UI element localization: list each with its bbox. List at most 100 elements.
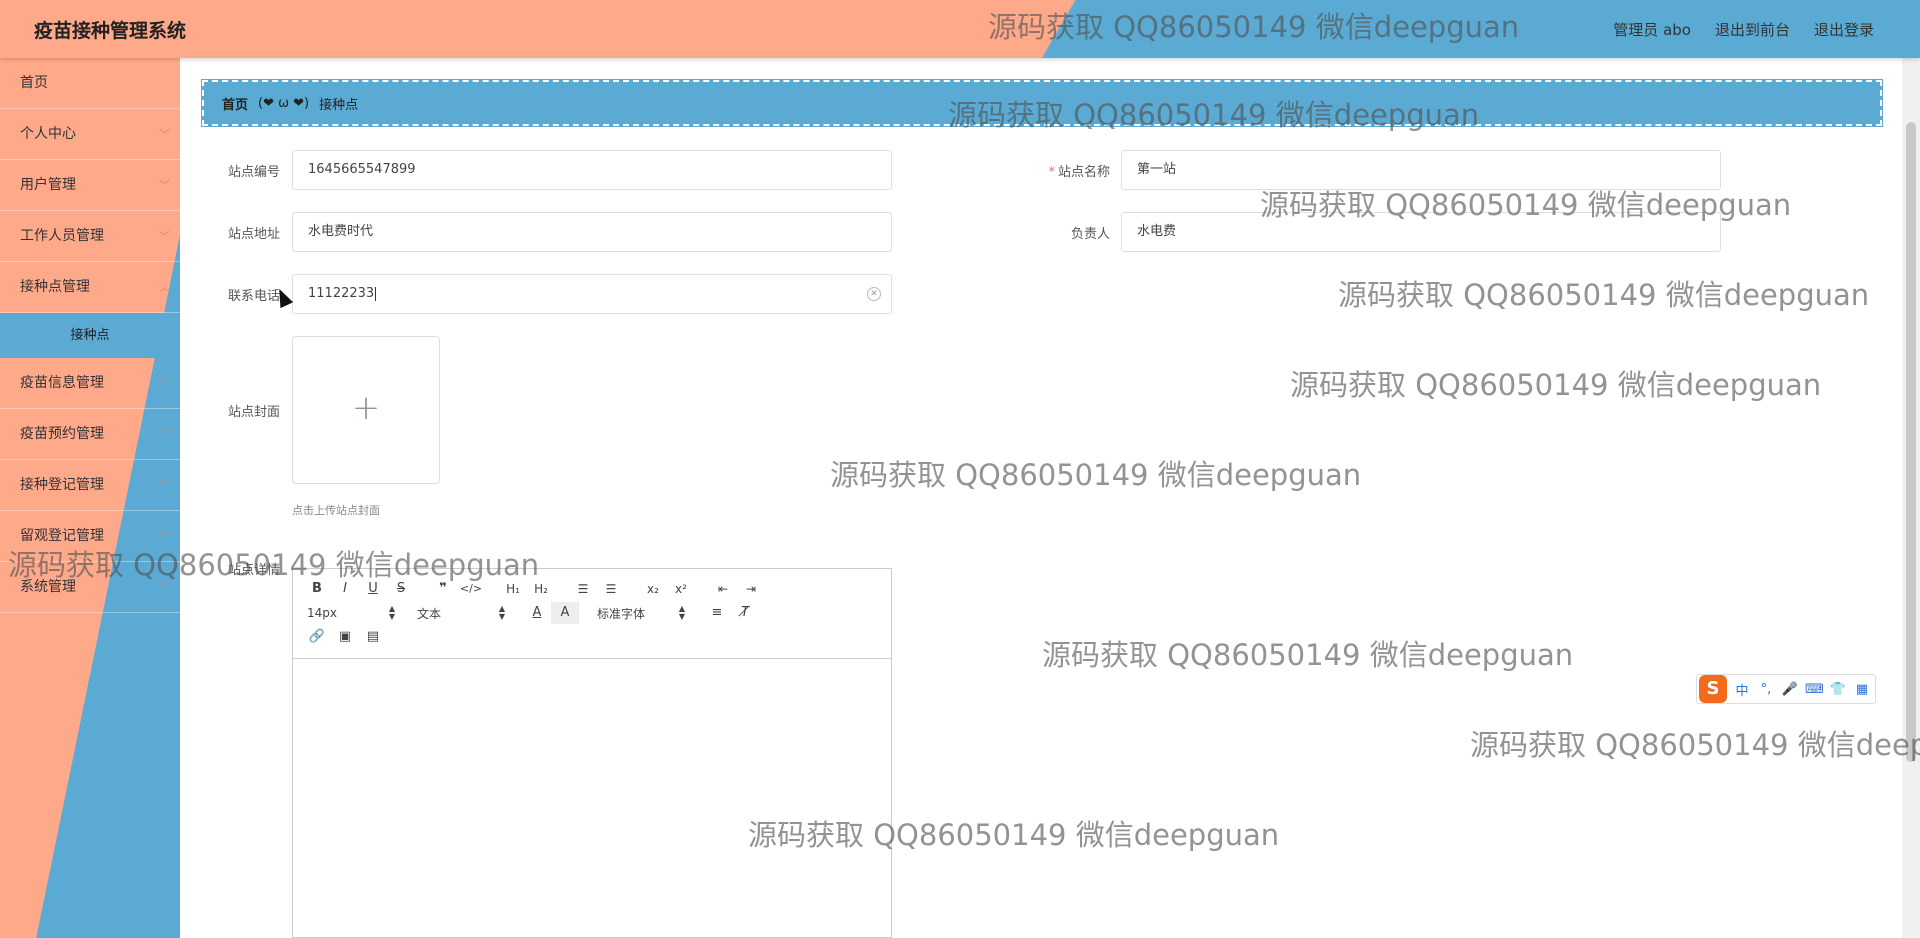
editor-content-area[interactable] <box>293 659 891 937</box>
paragraph-select[interactable]: 文本 ▲ ▼ <box>413 602 509 624</box>
phone-label: 联系电话 <box>227 289 280 304</box>
microphone-icon[interactable]: 🎤 <box>1781 682 1799 697</box>
select-arrow-icon: ▲ ▼ <box>678 604 685 621</box>
chevron-down-icon: ﹀ <box>159 530 170 543</box>
site-name-label: * 站点名称 <box>1040 161 1110 180</box>
sidebar-item-observation[interactable]: 留观登记管理 ﹀ <box>0 511 180 562</box>
sidebar-item-appointment[interactable]: 疫苗预约管理 ﹀ <box>0 409 180 460</box>
sidebar-item-registration[interactable]: 接种登记管理 ﹀ <box>0 460 180 511</box>
image-icon[interactable]: ▣ <box>331 626 359 648</box>
clear-icon[interactable]: ✕ <box>867 287 881 301</box>
front-link[interactable]: 退出到前台 <box>1715 19 1790 40</box>
subscript-icon[interactable]: x₂ <box>639 578 667 600</box>
plus-icon: + <box>351 388 381 428</box>
scrollbar[interactable] <box>1902 58 1920 938</box>
logout-link[interactable]: 退出登录 <box>1814 19 1874 40</box>
site-name-label-text: 站点名称 <box>1057 165 1110 180</box>
underline-icon[interactable]: U <box>359 578 387 600</box>
top-header: 疫苗接种管理系统 管理员 abo 退出到前台 退出登录 <box>0 0 1920 58</box>
header-links: 管理员 abo 退出到前台 退出登录 <box>1613 19 1874 40</box>
sidebar-item-label: 疫苗信息管理 <box>20 375 104 391</box>
sidebar-item-site-manage[interactable]: 接种点管理 ︿ <box>0 262 180 313</box>
chevron-down-icon: ﹀ <box>159 179 170 192</box>
background-color-icon[interactable]: A <box>551 602 579 624</box>
ime-punct[interactable]: °, <box>1757 682 1775 697</box>
rich-text-editor: B I U S ❞ </> H₁ H₂ ☰ ☰ x₂ x² ⇤ ⇥ 14px ▲ ▼… <box>292 568 892 938</box>
chevron-down-icon: ﹀ <box>159 581 170 594</box>
bold-icon[interactable]: B <box>303 578 331 600</box>
sidebar-item-staff[interactable]: 工作人员管理 ﹀ <box>0 211 180 262</box>
sidebar-item-profile[interactable]: 个人中心 ﹀ <box>0 109 180 160</box>
app-title: 疫苗接种管理系统 <box>34 20 187 42</box>
sidebar: 首页 个人中心 ﹀ 用户管理 ﹀ 工作人员管理 ﹀ 接种点管理 ︿ 接种点 疫苗信息管理… <box>0 58 180 938</box>
skin-icon[interactable]: 👕 <box>1829 682 1847 697</box>
site-no-label: 站点编号 <box>227 165 280 180</box>
sidebar-item-label: 工作人员管理 <box>20 228 104 244</box>
cover-hint: 点击上传站点封面 <box>292 504 380 517</box>
watermark: 源码获取 QQ86050149 微信deepguan <box>1470 728 1920 762</box>
sidebar-item-label: 留观登记管理 <box>20 528 104 544</box>
sidebar-item-vaccine-info[interactable]: 疫苗信息管理 ﹀ <box>0 358 180 409</box>
watermark: 源码获取 QQ86050149 微信deepguan <box>830 458 1362 492</box>
keyboard-icon[interactable]: ⌨ <box>1805 682 1824 697</box>
sidebar-item-users[interactable]: 用户管理 ﹀ <box>0 160 180 211</box>
superscript-icon[interactable]: x² <box>667 578 695 600</box>
indent-icon[interactable]: ⇥ <box>737 578 765 600</box>
ime-mode[interactable]: 中 <box>1733 680 1751 699</box>
outdent-icon[interactable]: ⇤ <box>709 578 737 600</box>
paragraph-value: 文本 <box>417 606 442 621</box>
select-arrow-icon: ▲ ▼ <box>498 604 505 621</box>
chevron-up-icon: ︿ <box>159 281 170 294</box>
video-icon[interactable]: ▤ <box>359 626 387 648</box>
phone-value: 11122233 <box>308 286 375 301</box>
sidebar-item-system[interactable]: 系统管理 ﹀ <box>0 562 180 613</box>
site-no-field[interactable]: 1645665547899 <box>292 150 892 190</box>
h2-icon[interactable]: H₂ <box>527 578 555 600</box>
grid-icon[interactable]: ▦ <box>1853 682 1871 697</box>
sogou-logo-icon[interactable]: S <box>1699 675 1727 703</box>
strike-icon[interactable]: S <box>387 578 415 600</box>
sidebar-item-label: 首页 <box>20 75 48 91</box>
chevron-down-icon: ﹀ <box>159 479 170 492</box>
h1-icon[interactable]: H₁ <box>499 578 527 600</box>
select-arrow-icon: ▲ ▼ <box>388 604 395 621</box>
manager-label: 负责人 <box>1070 227 1110 242</box>
address-label: 站点地址 <box>227 227 280 242</box>
clear-format-icon[interactable]: T̸ <box>731 602 759 624</box>
sidebar-item-label: 接种登记管理 <box>20 477 104 493</box>
chevron-down-icon: ﹀ <box>159 230 170 243</box>
breadcrumb-home[interactable]: 首页 <box>222 94 248 113</box>
sidebar-item-label: 疫苗预约管理 <box>20 426 104 442</box>
sidebar-item-label: 系统管理 <box>20 579 76 595</box>
breadcrumb-separator: (❤ ω ❤) <box>258 95 310 111</box>
font-size-select[interactable]: 14px ▲ ▼ <box>303 602 399 624</box>
required-mark: * <box>1048 165 1055 180</box>
chevron-down-icon: ﹀ <box>159 377 170 390</box>
font-family-select[interactable]: 标准字体 ▲ ▼ <box>593 602 689 624</box>
phone-field[interactable]: 11122233 ✕ <box>292 274 892 314</box>
detail-label: 站点详情 <box>227 563 280 578</box>
italic-icon[interactable]: I <box>331 578 359 600</box>
site-name-field[interactable]: 第一站 <box>1121 150 1721 190</box>
sidebar-item-home[interactable]: 首页 <box>0 58 180 109</box>
breadcrumb-current: 接种点 <box>319 97 359 113</box>
font-color-icon[interactable]: A <box>523 602 551 624</box>
current-user: 管理员 abo <box>1613 21 1691 39</box>
code-icon[interactable]: </> <box>457 578 485 600</box>
link-icon[interactable]: 🔗 <box>303 626 331 648</box>
mouse-cursor-icon <box>272 285 294 309</box>
editor-toolbar: B I U S ❞ </> H₁ H₂ ☰ ☰ x₂ x² ⇤ ⇥ 14px ▲ ▼… <box>293 569 891 659</box>
sidebar-subitem-site[interactable]: 接种点 <box>0 313 180 358</box>
manager-field[interactable]: 水电费 <box>1121 212 1721 252</box>
cover-uploader[interactable]: + <box>292 336 440 484</box>
font-size-value: 14px <box>307 606 337 620</box>
sidebar-item-label: 接种点管理 <box>20 279 90 295</box>
ordered-list-icon[interactable]: ☰ <box>569 578 597 600</box>
address-field[interactable]: 水电费时代 <box>292 212 892 252</box>
quote-icon[interactable]: ❞ <box>429 578 457 600</box>
align-icon[interactable]: ≡ <box>703 602 731 624</box>
ime-toolbar: S 中 °, 🎤 ⌨ 👕 ▦ <box>1696 674 1876 704</box>
bullet-list-icon[interactable]: ☰ <box>597 578 625 600</box>
sidebar-item-label: 个人中心 <box>20 126 76 142</box>
scroll-thumb[interactable] <box>1906 122 1916 762</box>
